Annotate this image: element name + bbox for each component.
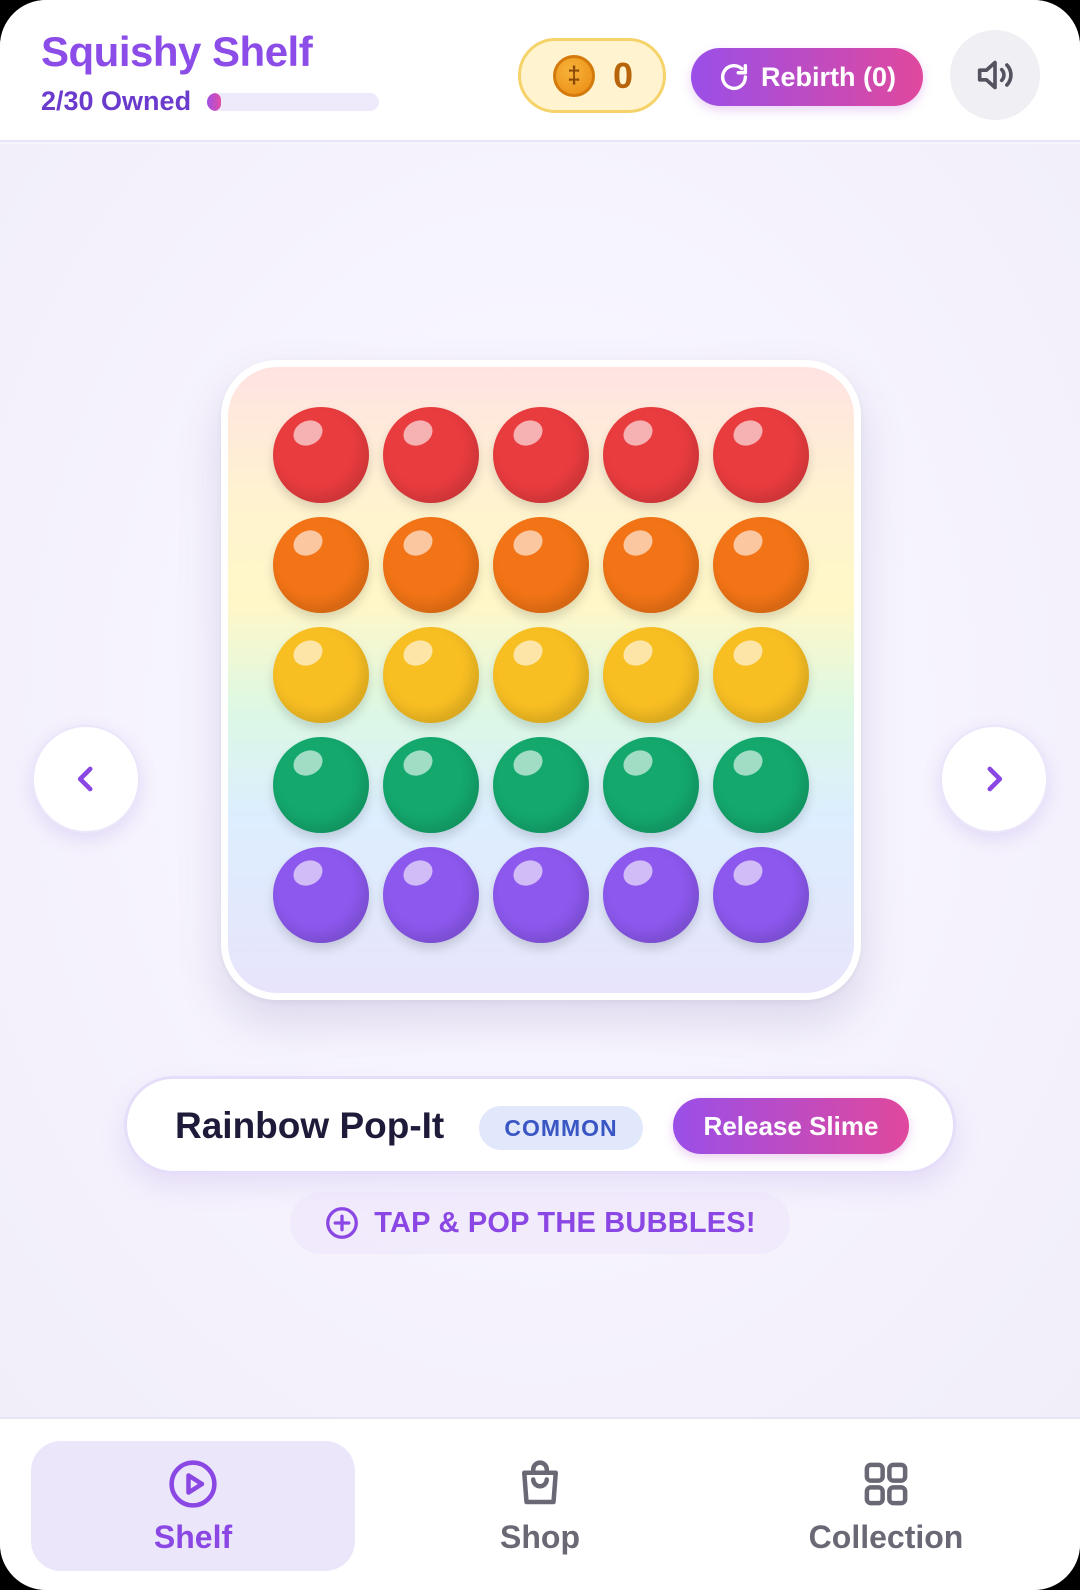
tab-shop[interactable]: Shop [378, 1441, 702, 1571]
app-title: Squishy Shelf [41, 28, 313, 75]
owned-count: 2/30 Owned [41, 86, 192, 116]
pop-bubble[interactable] [273, 627, 369, 723]
pop-bubble[interactable] [493, 737, 589, 833]
chevron-right-icon [987, 766, 1003, 792]
refresh-icon [720, 63, 748, 90]
tab-collection[interactable]: Collection [724, 1441, 1048, 1571]
pop-bubble[interactable] [493, 407, 589, 503]
rebirth-button[interactable]: Rebirth (0) [691, 48, 923, 106]
pop-bubble[interactable] [713, 847, 809, 943]
pop-bubble[interactable] [603, 407, 699, 503]
pop-bubble[interactable] [383, 407, 479, 503]
bottom-nav: Shelf Shop Collection [0, 1417, 1080, 1590]
rarity-badge: COMMON [479, 1106, 643, 1150]
tab-shop-label: Shop [500, 1518, 580, 1555]
tab-collection-label: Collection [808, 1518, 964, 1555]
top-bar: Squishy Shelf 2/30 Owned ‡ 0 Rebirth (0) [0, 0, 1080, 142]
pop-bubble[interactable] [603, 737, 699, 833]
pop-bubble[interactable] [493, 847, 589, 943]
pop-bubble[interactable] [383, 627, 479, 723]
grid-icon [864, 1462, 908, 1505]
hint-banner: TAP & POP THE BUBBLES! [290, 1192, 790, 1254]
pop-bubble[interactable] [273, 407, 369, 503]
owned-progress-bar [207, 92, 380, 111]
pop-bubble[interactable] [713, 737, 809, 833]
pop-bubble[interactable] [603, 517, 699, 613]
pop-it-board[interactable] [221, 360, 861, 1000]
pop-bubble[interactable] [383, 847, 479, 943]
previous-toy-button[interactable] [32, 725, 140, 833]
pop-bubble[interactable] [383, 517, 479, 613]
app-screen: Squishy Shelf 2/30 Owned ‡ 0 Rebirth (0) [0, 0, 1080, 1590]
rebirth-label: Rebirth (0) [761, 61, 896, 92]
toy-info-card: Rainbow Pop-It COMMON Release Slime [124, 1076, 956, 1174]
pop-bubble[interactable] [603, 627, 699, 723]
pop-bubble[interactable] [603, 847, 699, 943]
pop-bubble[interactable] [273, 737, 369, 833]
plus-circle-icon [326, 1207, 359, 1239]
play-circle-icon [169, 1459, 217, 1508]
owned-progress: 2/30 Owned [41, 86, 380, 117]
shelf-view: Rainbow Pop-It COMMON Release Slime TAP … [0, 144, 1080, 1417]
speaker-icon [977, 60, 1013, 90]
coin-icon: ‡ [553, 54, 595, 97]
pop-bubble[interactable] [273, 517, 369, 613]
toy-name: Rainbow Pop-It [175, 1105, 445, 1146]
pop-bubble[interactable] [713, 517, 809, 613]
pop-bubble[interactable] [713, 627, 809, 723]
hint-text: TAP & POP THE BUBBLES! [374, 1206, 756, 1239]
sound-toggle-button[interactable] [950, 30, 1040, 120]
pop-bubble[interactable] [493, 627, 589, 723]
pop-bubble[interactable] [383, 737, 479, 833]
owned-progress-fill [207, 92, 222, 111]
tab-shelf[interactable]: Shelf [31, 1441, 355, 1571]
shopping-bag-icon [522, 1459, 558, 1504]
coin-counter: ‡ 0 [518, 38, 666, 113]
tab-shelf-label: Shelf [153, 1518, 233, 1555]
pop-bubble[interactable] [713, 407, 809, 503]
pop-bubble[interactable] [273, 847, 369, 943]
chevron-left-icon [77, 766, 93, 792]
next-toy-button[interactable] [940, 725, 1048, 833]
pop-bubble[interactable] [493, 517, 589, 613]
release-slime-button[interactable]: Release Slime [673, 1098, 909, 1154]
coin-value: 0 [613, 54, 634, 96]
